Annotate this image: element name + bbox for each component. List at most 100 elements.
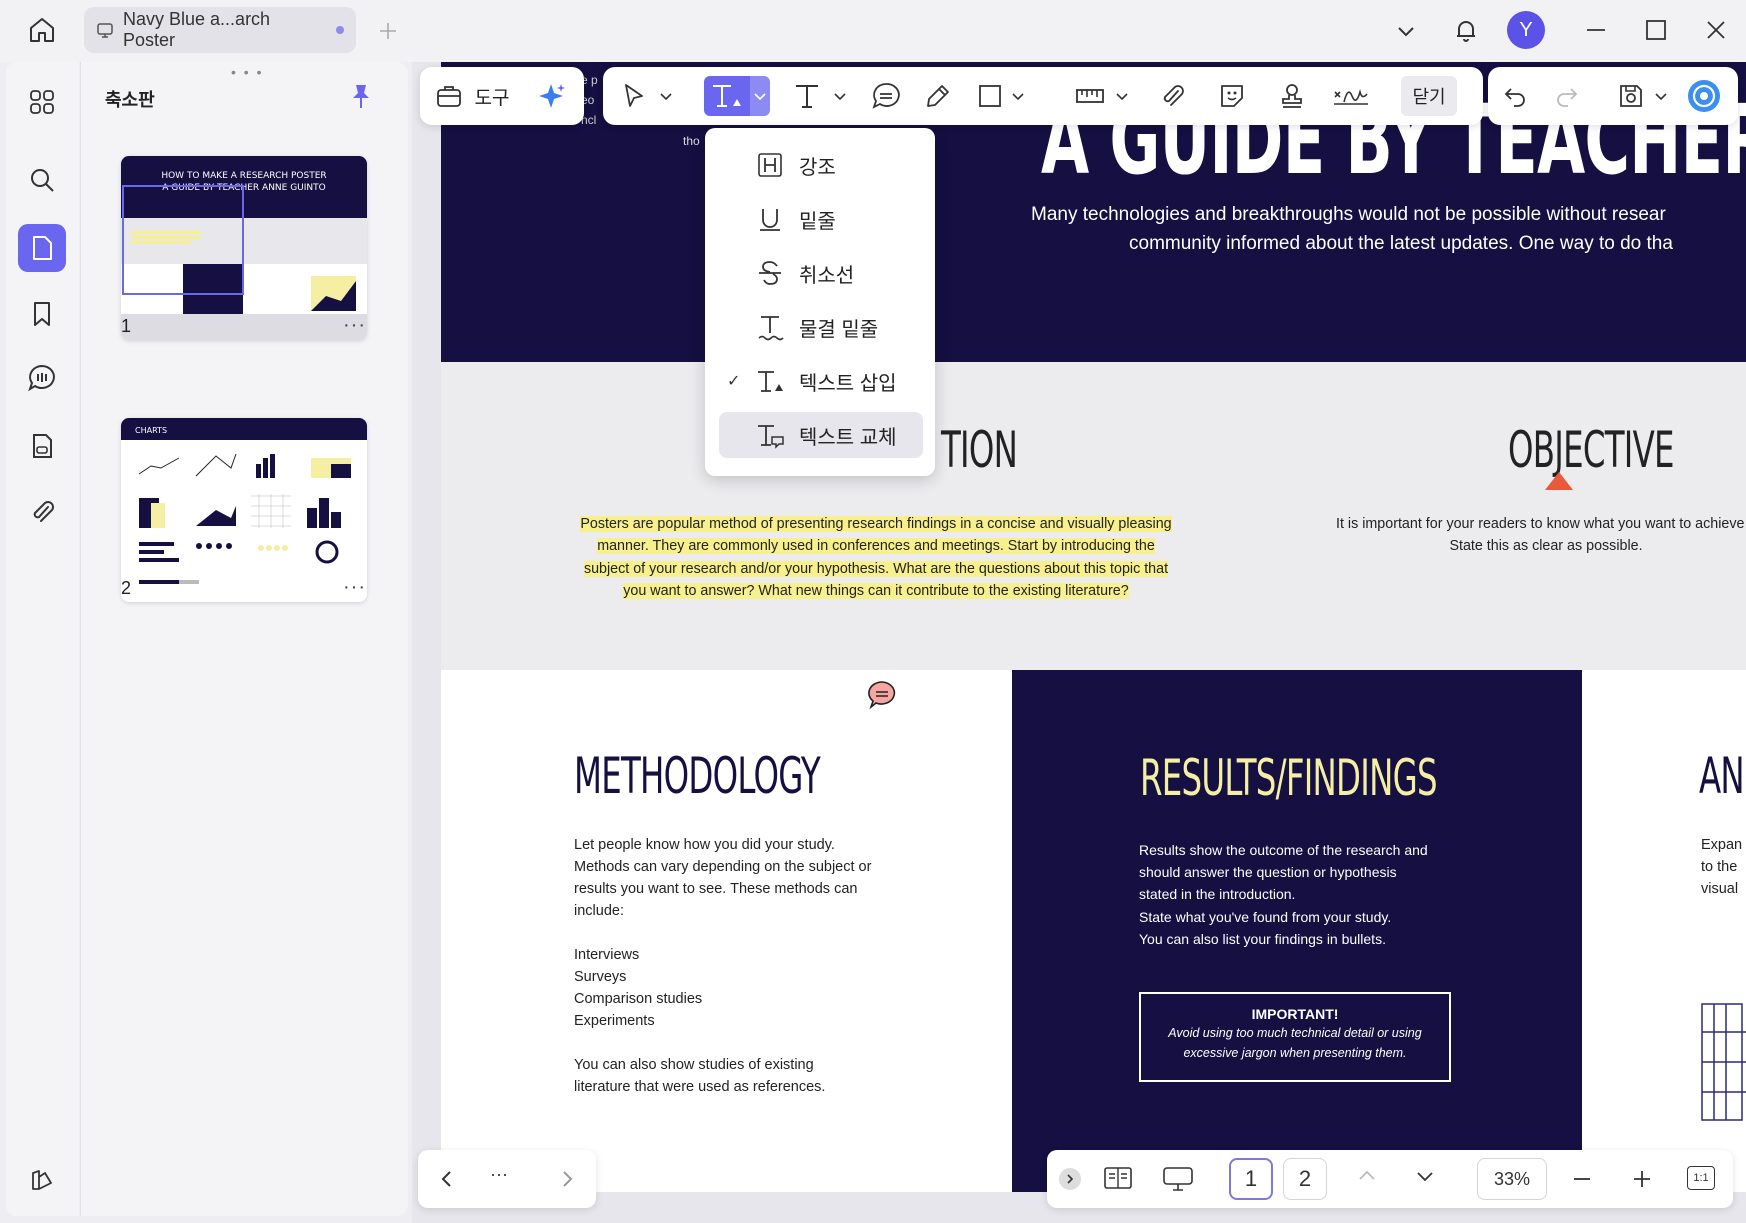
- chevron-down-icon[interactable]: [657, 76, 675, 116]
- zoom-level-field[interactable]: 33%: [1477, 1158, 1547, 1200]
- bell-icon[interactable]: [1444, 8, 1488, 52]
- page-2-button[interactable]: 2: [1283, 1158, 1327, 1200]
- sticker-tool-icon[interactable]: [1215, 76, 1249, 116]
- close-window-icon[interactable]: [1694, 8, 1738, 52]
- methodology-line: literature that were used as references.: [574, 1079, 826, 1095]
- pin-icon[interactable]: [349, 82, 373, 110]
- methodology-line: include:: [574, 903, 624, 919]
- chevron-down-icon[interactable]: [750, 76, 770, 116]
- results-body: Results show the outcome of the research…: [1139, 839, 1519, 950]
- menu-item-text-insert[interactable]: ✓ 텍스트 삽입: [719, 358, 923, 404]
- toolbar-tools-group: 도구: [420, 67, 584, 125]
- methodology-line: Let people know how you did your study.: [574, 837, 835, 853]
- minimize-icon[interactable]: [1574, 8, 1618, 52]
- highlighted-introduction-text[interactable]: Posters are popular method of presenting…: [580, 516, 1172, 600]
- chevron-down-icon[interactable]: [1113, 76, 1131, 116]
- comments-icon[interactable]: [18, 354, 66, 402]
- document-tab[interactable]: Navy Blue a...arch Poster: [84, 7, 356, 53]
- menu-item-label: 취소선: [799, 264, 855, 287]
- expand-chevron-icon[interactable]: [1059, 1168, 1081, 1190]
- menu-item-text-replace[interactable]: 텍스트 교체: [719, 412, 923, 458]
- theme-icon[interactable]: [18, 1156, 66, 1204]
- page-1-button[interactable]: 1: [1229, 1158, 1273, 1200]
- intro-line-1: Many technologies and breakthroughs woul…: [1031, 204, 1666, 225]
- toolbox-icon[interactable]: [434, 76, 464, 116]
- actual-size-button[interactable]: 1:1: [1687, 1166, 1715, 1190]
- results-line: should answer the question or hypothesis: [1139, 864, 1397, 881]
- objective-title: OBJECTIVE: [1508, 421, 1675, 479]
- methodology-body: Let people know how you did your study. …: [574, 834, 934, 1098]
- objective-line-1: It is important for your readers to know…: [1336, 516, 1746, 532]
- text-markup-tool-icon[interactable]: [704, 76, 750, 116]
- chevron-down-icon[interactable]: [1384, 9, 1428, 53]
- close-toolbar-button[interactable]: 닫기: [1401, 76, 1457, 116]
- bookmark-icon[interactable]: [18, 290, 66, 338]
- home-icon[interactable]: [20, 8, 64, 52]
- chevron-down-icon[interactable]: [1009, 76, 1027, 116]
- maximize-icon[interactable]: [1634, 8, 1678, 52]
- search-icon[interactable]: [18, 156, 66, 204]
- menu-item-underline[interactable]: 밑줄: [719, 196, 923, 242]
- methodology-line: [574, 1032, 934, 1054]
- chevron-down-icon[interactable]: [1652, 76, 1670, 116]
- intro-line-2: community informed about the latest upda…: [1129, 233, 1673, 254]
- redo-icon[interactable]: [1550, 76, 1584, 116]
- objective-line-2: State this as clear as possible.: [1449, 538, 1643, 555]
- select-arrow-icon[interactable]: [619, 76, 649, 116]
- zoom-in-icon[interactable]: [1631, 1168, 1653, 1190]
- next-page-icon[interactable]: [1415, 1170, 1435, 1184]
- undo-icon[interactable]: [1498, 76, 1532, 116]
- analysis-chart-fragment: [1700, 1002, 1746, 1122]
- analysis-line: to the: [1701, 859, 1738, 875]
- thumbnail-panel: • • • 축소판 HOW TO MAKE A RESEARCH POSTER …: [80, 62, 408, 1216]
- chevron-down-icon[interactable]: [831, 76, 849, 116]
- results-line: State what you've found from your study.: [1139, 908, 1392, 925]
- presentation-view-icon[interactable]: [1161, 1164, 1195, 1194]
- page-2-more-button[interactable]: ···: [343, 576, 366, 599]
- rectangle-tool-icon[interactable]: [973, 76, 1007, 116]
- panel-drag-handle[interactable]: • • •: [231, 64, 263, 80]
- analysis-line: visual: [1701, 881, 1739, 897]
- two-page-view-icon[interactable]: [1103, 1164, 1133, 1192]
- checkmark-icon: ✓: [727, 373, 741, 390]
- more-options-button[interactable]: ···: [490, 1164, 508, 1185]
- save-icon[interactable]: [1614, 76, 1648, 116]
- chevron-left-icon[interactable]: [432, 1164, 462, 1194]
- comment-tool-icon[interactable]: [869, 76, 903, 116]
- stamp-tool-icon[interactable]: [1275, 76, 1309, 116]
- attachment-tool-icon[interactable]: [1155, 76, 1189, 116]
- page-thumbnail-1[interactable]: HOW TO MAKE A RESEARCH POSTER A GUIDE BY…: [121, 156, 367, 340]
- panel-title: 축소판: [105, 90, 155, 110]
- methodology-line: You can also show studies of existing: [574, 1057, 814, 1073]
- wavy-underline-icon: [755, 311, 785, 343]
- new-tab-icon[interactable]: [366, 9, 410, 53]
- menu-item-strikethrough[interactable]: 취소선: [719, 250, 923, 296]
- menu-item-highlight[interactable]: 강조: [719, 142, 923, 188]
- chevron-right-icon[interactable]: [552, 1164, 582, 1194]
- highlight-icon: [755, 149, 785, 181]
- text-insert-caret-icon[interactable]: [1545, 472, 1573, 490]
- avatar[interactable]: Y: [1507, 11, 1545, 49]
- analysis-title: AN: [1699, 747, 1745, 805]
- measure-tool-icon[interactable]: [1073, 76, 1107, 116]
- pen-tool-icon[interactable]: [921, 76, 955, 116]
- ai-sparkle-icon[interactable]: [534, 76, 570, 116]
- ai-assistant-icon[interactable]: [1684, 76, 1724, 116]
- analysis-body: Expan to the visual: [1701, 834, 1746, 900]
- underline-icon: [755, 203, 785, 235]
- paperclip-icon[interactable]: [18, 488, 66, 536]
- tools-label[interactable]: 도구: [472, 76, 512, 116]
- page-1-more-button[interactable]: ···: [343, 314, 366, 337]
- page-thumbnail-2[interactable]: CHARTS: [121, 418, 367, 602]
- menu-item-wavy-underline[interactable]: 물결 밑줄: [719, 304, 923, 350]
- apps-grid-icon[interactable]: [18, 78, 66, 126]
- text-tool-icon[interactable]: [790, 76, 824, 116]
- text-insert-icon: [755, 365, 785, 397]
- title-bar: Navy Blue a...arch Poster Y: [0, 0, 1746, 62]
- previous-page-icon[interactable]: [1357, 1168, 1377, 1182]
- comment-icon[interactable]: [866, 680, 898, 710]
- zoom-out-icon[interactable]: [1571, 1168, 1593, 1190]
- thumbnails-page-icon[interactable]: [18, 224, 66, 272]
- signature-tool-icon[interactable]: [1331, 76, 1371, 116]
- attachments-list-icon[interactable]: [18, 422, 66, 470]
